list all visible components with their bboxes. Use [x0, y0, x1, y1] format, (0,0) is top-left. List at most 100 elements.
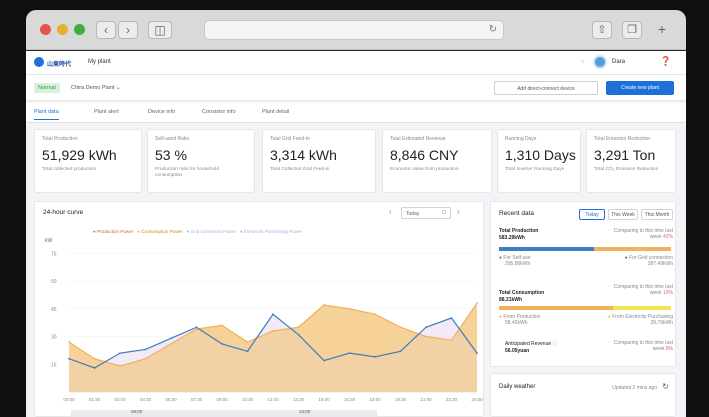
consumption-point	[119, 365, 121, 367]
weather-updated: Updated 2 mins ago	[612, 385, 657, 391]
add-device-button[interactable]: Add direct-connect device	[494, 81, 598, 95]
kpi-emission-reduction: Total Emission Reduction 3,291 Ton Total…	[586, 129, 676, 193]
browser-toolbar: ‹ › ◫ ↻ ⇧ ❐ +	[26, 10, 686, 50]
x-tick-label: 06:00	[165, 397, 177, 402]
logo-icon	[34, 57, 44, 67]
my-plant-link[interactable]: My plant	[88, 59, 111, 65]
back-icon[interactable]: ‹	[96, 21, 116, 39]
app-window: 山東時代 My plant ○ Dara ❓ Normal Chira Demo…	[26, 51, 686, 417]
tab-plant-data[interactable]: Plant data	[34, 109, 59, 120]
kpi-desc: Production ratio for household consumpti…	[155, 167, 219, 178]
consumption-point	[450, 339, 453, 342]
consumption-value: 88.21kWh	[499, 297, 523, 303]
consumption-change: 10%	[662, 290, 673, 296]
production-point	[272, 313, 274, 316]
kpi-grid-feed-in: Total Grid Feed-in 3,314 kWh Total Colle…	[262, 129, 376, 193]
kpi-desc: Total collected production	[42, 167, 97, 172]
prod-self-use-value: 295.80kWh	[505, 261, 531, 267]
revenue-compare: Comparing to this time last week 9%	[603, 340, 673, 352]
production-point	[374, 355, 376, 358]
avatar[interactable]	[593, 55, 607, 69]
new-tab-icon[interactable]: +	[652, 21, 672, 39]
production-point	[68, 357, 70, 360]
reload-icon[interactable]: ↻	[489, 24, 497, 35]
x-tick-label: 09:00	[216, 397, 228, 402]
close-window-button[interactable]	[40, 24, 51, 35]
kpi-value: 3,291 Ton	[594, 147, 656, 163]
production-point	[93, 367, 96, 369]
kpi-label: Self-used Ratio	[155, 136, 190, 142]
production-point	[323, 359, 325, 362]
kpi-running-days: Running Days 1,310 Days Total Inverter R…	[497, 129, 581, 193]
address-bar[interactable]: ↻	[204, 20, 504, 40]
info-icon[interactable]: ⓘ	[553, 341, 558, 347]
prod-grid-value: 287.49kWh	[647, 261, 673, 267]
production-point	[170, 337, 172, 340]
y-tick-label: 50	[51, 279, 57, 285]
plant-name: Chira Demo Plant	[71, 85, 115, 91]
revenue-change: 9%	[665, 346, 673, 352]
consumption-point	[68, 341, 70, 343]
create-plant-button[interactable]: Create new plant	[606, 81, 674, 95]
x-tick-label: 15:00	[318, 397, 330, 402]
minimize-window-button[interactable]	[57, 24, 68, 35]
production-point	[450, 317, 453, 319]
kpi-value: 3,314 kWh	[270, 147, 337, 163]
consumption-point	[272, 330, 274, 332]
production-point	[195, 326, 198, 329]
x-tick-label: 07:30	[191, 397, 203, 402]
recent-data-panel: Recent data Today This Week This Month T…	[490, 201, 676, 367]
kpi-desc: Total Inverter Running Days	[505, 167, 565, 172]
kpi-desc: Total Collected Grid Feed-in	[270, 167, 330, 172]
consumption-point	[221, 324, 223, 327]
plant-bar: Normal Chira Demo Plant ⌄ Add direct-con…	[26, 75, 686, 101]
revenue-value: 56.05yuan	[505, 348, 530, 354]
tab-plant-alert[interactable]: Plant alert	[94, 109, 119, 115]
tabs-icon[interactable]: ❐	[622, 21, 642, 39]
weather-panel: Daily weather Updated 2 mins ago ↻	[490, 373, 676, 417]
kpi-desc: Economic value from production	[390, 167, 459, 172]
prod-grid: ● For Grid connection 287.49kWh	[624, 255, 673, 267]
x-tick-label: 19:30	[395, 397, 407, 402]
consumption-production-fill	[499, 306, 613, 310]
kpi-value: 51,929 kWh	[42, 147, 117, 163]
consumption-point	[93, 357, 96, 360]
forward-icon[interactable]: ›	[118, 21, 138, 39]
user-name[interactable]: Dara	[612, 59, 625, 65]
y-tick-label: 75	[51, 251, 57, 257]
period-month-button[interactable]: This Month	[641, 209, 673, 220]
kpi-row: Total Production 51,929 kWh Total collec…	[34, 129, 676, 195]
period-today-button[interactable]: Today	[579, 209, 605, 220]
sidebar-icon[interactable]: ◫	[148, 21, 172, 39]
maximize-window-button[interactable]	[74, 24, 85, 35]
share-icon[interactable]: ⇧	[592, 21, 612, 39]
kpi-label: Total Estimated Revenue	[390, 136, 446, 142]
consumption-bar	[499, 306, 671, 310]
consumption-label: Total Consumption	[499, 290, 545, 296]
x-tick-label: 22:30	[446, 397, 458, 402]
period-week-button[interactable]: This Week	[608, 209, 638, 220]
production-point	[399, 350, 402, 353]
consumption-point	[195, 328, 198, 330]
production-point	[425, 326, 427, 329]
help-icon[interactable]: ❓	[660, 56, 671, 67]
consumption-point	[374, 313, 376, 316]
production-label: Total Production	[499, 228, 539, 234]
zoom-slider[interactable]: 08:00 13:00	[71, 409, 377, 417]
tab-plant-detail[interactable]: Plant detail	[262, 109, 289, 115]
plant-selector[interactable]: Chira Demo Plant ⌄	[71, 85, 121, 91]
cons-purchasing: ● From Electricity Purchasing 29.79kWh	[607, 314, 673, 326]
kpi-value: 8,846 CNY	[390, 147, 459, 163]
consumption-point	[476, 302, 478, 305]
refresh-icon[interactable]: ↻	[662, 382, 669, 391]
recent-title: Recent data	[499, 210, 535, 217]
x-tick-label: 24:00	[471, 397, 483, 402]
bell-icon[interactable]: ○	[581, 59, 585, 65]
production-point	[119, 352, 121, 355]
x-tick-label: 03:00	[114, 397, 126, 402]
consumption-point	[323, 304, 325, 306]
tab-device-info[interactable]: Device info	[148, 109, 175, 115]
x-tick-label: 16:30	[344, 397, 356, 402]
production-self-use-fill	[499, 247, 594, 251]
tab-consistor-info[interactable]: Consistor info	[202, 109, 236, 115]
